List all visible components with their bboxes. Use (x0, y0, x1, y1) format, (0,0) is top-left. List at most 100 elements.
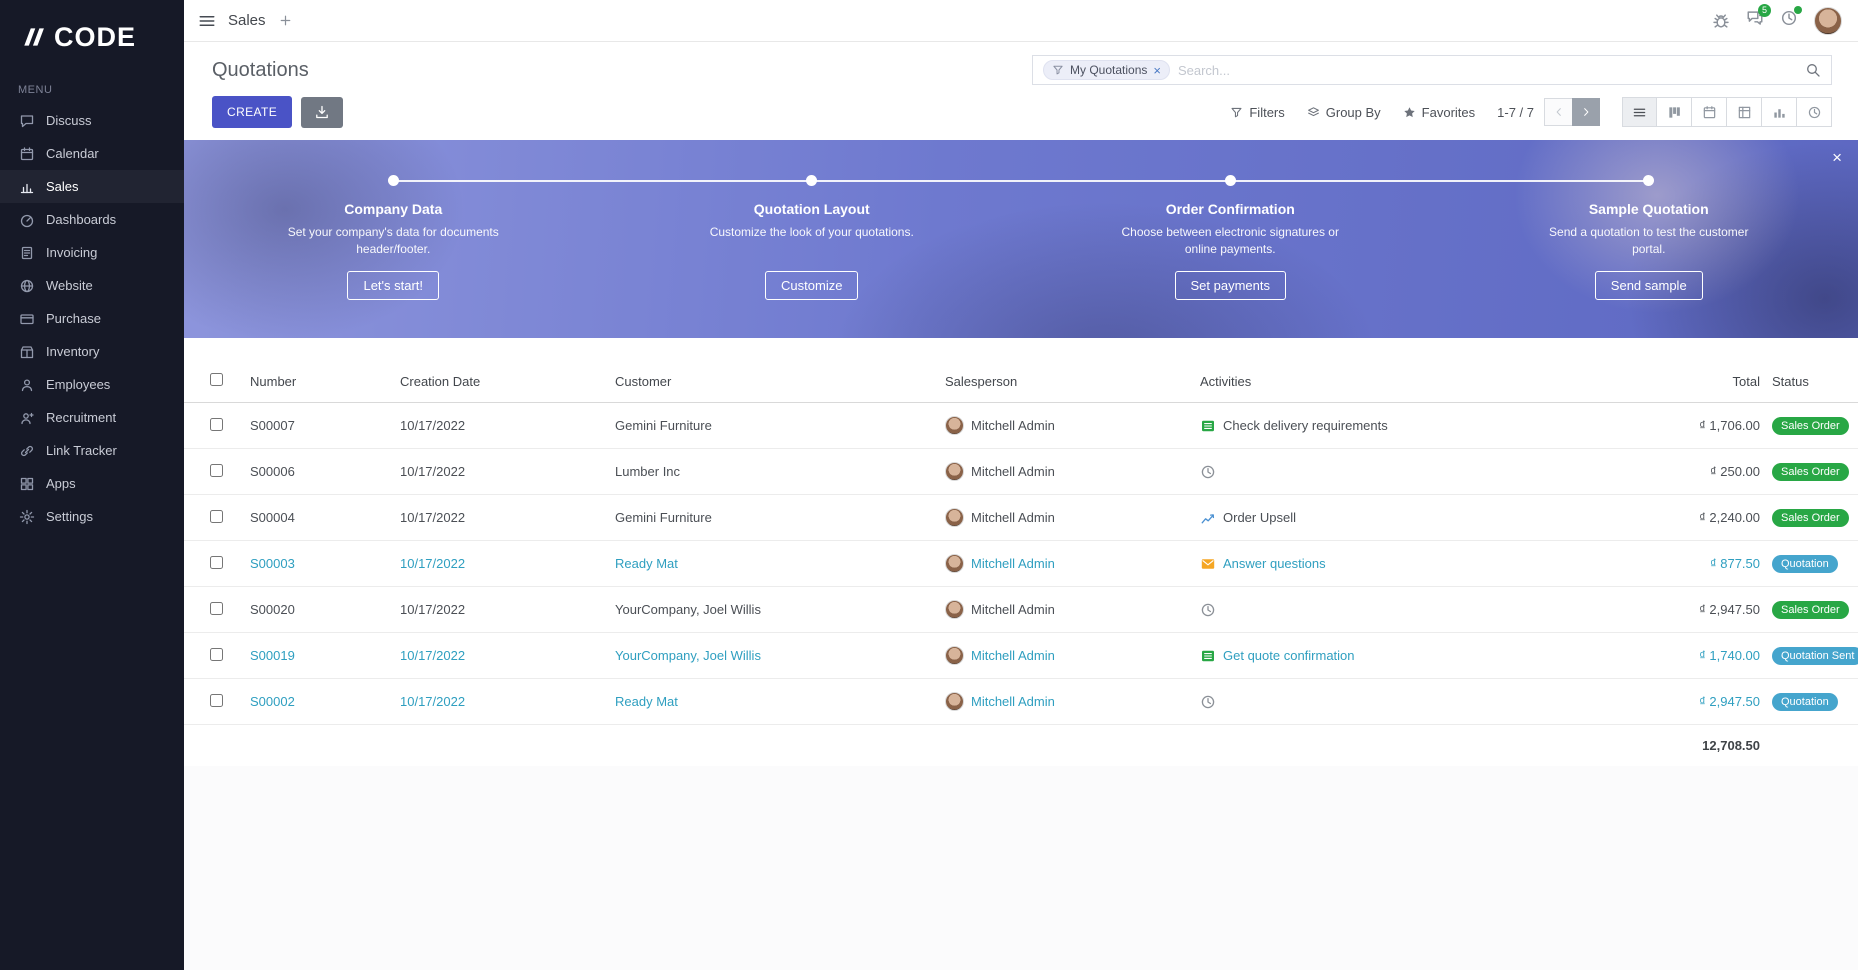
view-pivot-button[interactable] (1727, 97, 1762, 127)
facet-close-icon[interactable]: × (1153, 64, 1161, 77)
sidebar-item-recruitment[interactable]: Recruitment (0, 401, 184, 434)
sidebar-item-calendar[interactable]: Calendar (0, 137, 184, 170)
row-checkbox[interactable] (210, 418, 223, 431)
cell-activity[interactable] (1194, 449, 1616, 495)
cell-total: ₫ 2,240.00 (1616, 495, 1766, 541)
header-number[interactable]: Number (244, 360, 394, 403)
table-row[interactable]: S0000710/17/2022Gemini FurnitureMitchell… (184, 403, 1858, 449)
cell-number: S00004 (244, 495, 394, 541)
cell-salesperson: Mitchell Admin (939, 587, 1194, 633)
status-badge: Quotation (1772, 555, 1838, 573)
view-graph-button[interactable] (1762, 97, 1797, 127)
sidebar-item-apps[interactable]: Apps (0, 467, 184, 500)
sidebar-item-settings[interactable]: Settings (0, 500, 184, 533)
sidebar-item-label: Purchase (46, 311, 101, 326)
row-checkbox[interactable] (210, 556, 223, 569)
invoicing-icon (19, 245, 35, 261)
search-input[interactable] (1178, 63, 1797, 78)
sidebar-item-sales[interactable]: Sales (0, 170, 184, 203)
sidebar-item-discuss[interactable]: Discuss (0, 104, 184, 137)
activities-button[interactable] (1780, 9, 1798, 32)
debug-bug-icon[interactable] (1712, 12, 1730, 30)
step-action-button[interactable]: Send sample (1595, 271, 1703, 300)
step-title: Sample Quotation (1589, 201, 1709, 217)
step-description: Set your company's data for documents he… (278, 224, 508, 258)
table-row[interactable]: S0000210/17/2022Ready MatMitchell Admin₫… (184, 679, 1858, 725)
table-row[interactable]: S0000410/17/2022Gemini FurnitureMitchell… (184, 495, 1858, 541)
step-action-button[interactable]: Set payments (1175, 271, 1287, 300)
table-row[interactable]: S0000310/17/2022Ready MatMitchell AdminA… (184, 541, 1858, 587)
header-salesperson[interactable]: Salesperson (939, 360, 1194, 403)
app-logo[interactable]: CODE (0, 0, 184, 74)
create-button[interactable]: CREATE (212, 96, 292, 128)
table-row[interactable]: S0002010/17/2022YourCompany, Joel Willis… (184, 587, 1858, 633)
export-button[interactable] (301, 97, 343, 128)
cell-status: Sales Order (1766, 449, 1858, 495)
header-status[interactable]: Status (1766, 360, 1858, 403)
header-customer[interactable]: Customer (609, 360, 939, 403)
view-kanban-button[interactable] (1657, 97, 1692, 127)
row-checkbox[interactable] (210, 648, 223, 661)
sidebar-item-dashboards[interactable]: Dashboards (0, 203, 184, 236)
view-list-button[interactable] (1622, 97, 1657, 127)
sidebar-item-invoicing[interactable]: Invoicing (0, 236, 184, 269)
cell-activity[interactable]: Answer questions (1194, 541, 1616, 587)
header-creation-date[interactable]: Creation Date (394, 360, 609, 403)
row-checkbox[interactable] (210, 464, 223, 477)
status-badge: Sales Order (1772, 509, 1849, 527)
cell-activity[interactable] (1194, 587, 1616, 633)
table-row[interactable]: S0001910/17/2022YourCompany, Joel Willis… (184, 633, 1858, 679)
step-action-button[interactable]: Let's start! (347, 271, 439, 300)
select-all-checkbox[interactable] (210, 373, 223, 386)
row-checkbox[interactable] (210, 694, 223, 707)
search-icon[interactable] (1805, 62, 1821, 78)
search-facet[interactable]: My Quotations × (1043, 60, 1170, 80)
pager-prev-button[interactable] (1544, 98, 1572, 126)
group-by-button[interactable]: Group By (1307, 105, 1381, 120)
filter-group: Filters Group By Favorites (1230, 105, 1475, 120)
sidebar-item-website[interactable]: Website (0, 269, 184, 302)
cell-status: Sales Order (1766, 495, 1858, 541)
user-avatar[interactable] (1814, 7, 1842, 35)
table-row[interactable]: S0000610/17/2022Lumber IncMitchell Admin… (184, 449, 1858, 495)
pager-next-button[interactable] (1572, 98, 1600, 126)
salesperson-name: Mitchell Admin (971, 556, 1055, 571)
cell-activity[interactable]: Order Upsell (1194, 495, 1616, 541)
row-checkbox[interactable] (210, 510, 223, 523)
cell-activity[interactable]: Get quote confirmation (1194, 633, 1616, 679)
onboarding-step-quotation-layout: Quotation LayoutCustomize the look of yo… (603, 140, 1022, 338)
add-tab-icon[interactable] (278, 13, 293, 28)
content-filler (184, 766, 1858, 970)
page-title: Quotations (212, 59, 309, 82)
sidebar-item-label: Settings (46, 509, 93, 524)
salesperson-avatar (945, 692, 964, 711)
view-activity-button[interactable] (1797, 97, 1832, 127)
header-total[interactable]: Total (1616, 360, 1766, 403)
view-calendar-button[interactable] (1692, 97, 1727, 127)
cell-activity[interactable]: Check delivery requirements (1194, 403, 1616, 449)
header-activities[interactable]: Activities (1194, 360, 1616, 403)
step-action-button[interactable]: Customize (765, 271, 858, 300)
messages-button[interactable]: 5 (1746, 9, 1764, 32)
cell-activity[interactable] (1194, 679, 1616, 725)
hamburger-menu-icon[interactable] (198, 12, 216, 30)
cell-customer: Ready Mat (609, 679, 939, 725)
cell-number: S00003 (244, 541, 394, 587)
logo-text: CODE (54, 22, 136, 53)
sidebar-item-employees[interactable]: Employees (0, 368, 184, 401)
calendar-icon (19, 146, 35, 162)
banner-close-icon[interactable]: × (1832, 148, 1842, 168)
salesperson-name: Mitchell Admin (971, 464, 1055, 479)
banner-steps: Company DataSet your company's data for … (184, 140, 1858, 338)
topbar-app-name[interactable]: Sales (228, 12, 266, 29)
tasks-icon (1200, 418, 1216, 434)
sidebar-item-purchase[interactable]: Purchase (0, 302, 184, 335)
row-checkbox[interactable] (210, 602, 223, 615)
search-box[interactable]: My Quotations × (1032, 55, 1832, 85)
sidebar-item-link-tracker[interactable]: Link Tracker (0, 434, 184, 467)
filters-button[interactable]: Filters (1230, 105, 1284, 120)
sidebar-item-label: Invoicing (46, 245, 97, 260)
cell-status: Quotation (1766, 541, 1858, 587)
sidebar-item-inventory[interactable]: Inventory (0, 335, 184, 368)
favorites-button[interactable]: Favorites (1403, 105, 1475, 120)
